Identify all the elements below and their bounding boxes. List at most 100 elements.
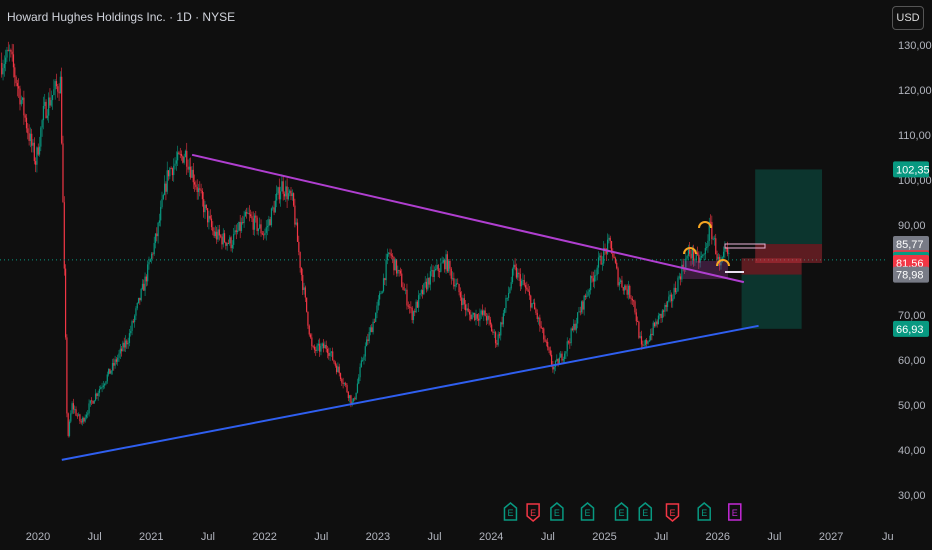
candle xyxy=(182,156,184,163)
candle xyxy=(536,312,538,319)
x-tick-label: Jul xyxy=(654,531,668,543)
candle xyxy=(223,233,226,243)
candle xyxy=(679,276,682,280)
candle xyxy=(283,193,286,197)
candle xyxy=(169,168,171,177)
candle xyxy=(419,293,421,296)
candle xyxy=(647,341,649,344)
candle xyxy=(382,278,385,292)
candle xyxy=(549,350,551,355)
candle xyxy=(457,283,459,285)
candle xyxy=(114,359,116,366)
candle xyxy=(272,207,274,209)
candle xyxy=(16,83,18,87)
y-tick-label: 110,00 xyxy=(898,130,931,142)
candle xyxy=(534,302,536,310)
candle xyxy=(313,346,316,350)
candle xyxy=(425,281,428,290)
candle xyxy=(401,273,403,287)
candle xyxy=(411,307,413,321)
earnings-marker[interactable]: E xyxy=(665,503,680,522)
candle xyxy=(226,243,228,246)
candle xyxy=(59,76,61,94)
candle xyxy=(46,115,48,119)
candle xyxy=(406,289,408,306)
candle xyxy=(587,291,589,296)
candle xyxy=(511,268,514,283)
candle xyxy=(669,294,671,297)
candle xyxy=(385,260,387,281)
earnings-marker[interactable]: E xyxy=(503,502,518,521)
candle xyxy=(485,316,488,321)
candle xyxy=(187,166,189,170)
candle xyxy=(414,311,416,313)
candle xyxy=(92,401,94,404)
candle xyxy=(643,345,645,346)
candle xyxy=(285,186,287,197)
candle xyxy=(201,190,203,200)
earnings-marker[interactable]: E xyxy=(728,503,742,521)
candle xyxy=(580,301,583,313)
candle xyxy=(247,213,249,215)
candle xyxy=(691,249,693,259)
candle xyxy=(122,342,124,352)
candle xyxy=(167,170,170,177)
candle xyxy=(674,287,676,293)
candle xyxy=(61,76,63,144)
candle xyxy=(553,366,555,370)
candle xyxy=(349,395,351,399)
candle xyxy=(483,310,485,315)
candle xyxy=(575,323,577,330)
earnings-label: E xyxy=(732,508,738,518)
candle xyxy=(208,215,210,223)
candle xyxy=(209,215,211,219)
candle xyxy=(548,347,550,351)
candle xyxy=(665,304,667,307)
candle xyxy=(388,252,390,255)
earnings-marker[interactable]: E xyxy=(580,502,595,521)
candle xyxy=(309,334,312,338)
candle xyxy=(205,204,207,209)
candle xyxy=(369,327,372,333)
candle xyxy=(364,346,366,357)
earnings-marker[interactable]: E xyxy=(697,502,711,521)
x-tick-label: 2021 xyxy=(139,531,163,543)
candle xyxy=(244,212,246,217)
currency-button[interactable]: USD xyxy=(892,6,924,30)
candle xyxy=(449,260,451,269)
candle xyxy=(502,313,504,325)
candle xyxy=(266,226,269,228)
candle xyxy=(656,321,658,325)
y-tick-label: 30,00 xyxy=(898,490,926,502)
candle xyxy=(550,354,553,365)
candle xyxy=(547,341,549,348)
candle xyxy=(509,288,511,294)
candle xyxy=(62,143,64,203)
candle xyxy=(5,57,7,64)
earnings-marker[interactable]: E xyxy=(638,502,653,521)
earnings-marker[interactable]: E xyxy=(614,502,629,521)
candle xyxy=(597,257,600,268)
candle xyxy=(620,280,622,283)
candle xyxy=(76,415,78,417)
candle xyxy=(67,413,69,436)
candle xyxy=(324,344,326,349)
earnings-marker[interactable]: E xyxy=(550,502,564,521)
candle xyxy=(193,182,196,185)
candle xyxy=(102,385,104,387)
candle xyxy=(158,220,161,223)
candle xyxy=(617,268,619,286)
candle xyxy=(493,332,495,334)
price-chart[interactable]: 130,00120,00110,00100,0090,0070,0060,005… xyxy=(0,0,932,550)
candle xyxy=(412,311,415,321)
candle xyxy=(312,346,314,347)
candle xyxy=(222,233,224,245)
earnings-label: E xyxy=(584,508,590,518)
candle xyxy=(676,291,678,293)
candle xyxy=(342,382,344,384)
candle xyxy=(405,289,407,291)
earnings-marker[interactable]: E xyxy=(526,503,540,522)
candle xyxy=(274,200,276,213)
y-tick-label: 70,00 xyxy=(898,310,926,322)
candle xyxy=(363,356,365,361)
